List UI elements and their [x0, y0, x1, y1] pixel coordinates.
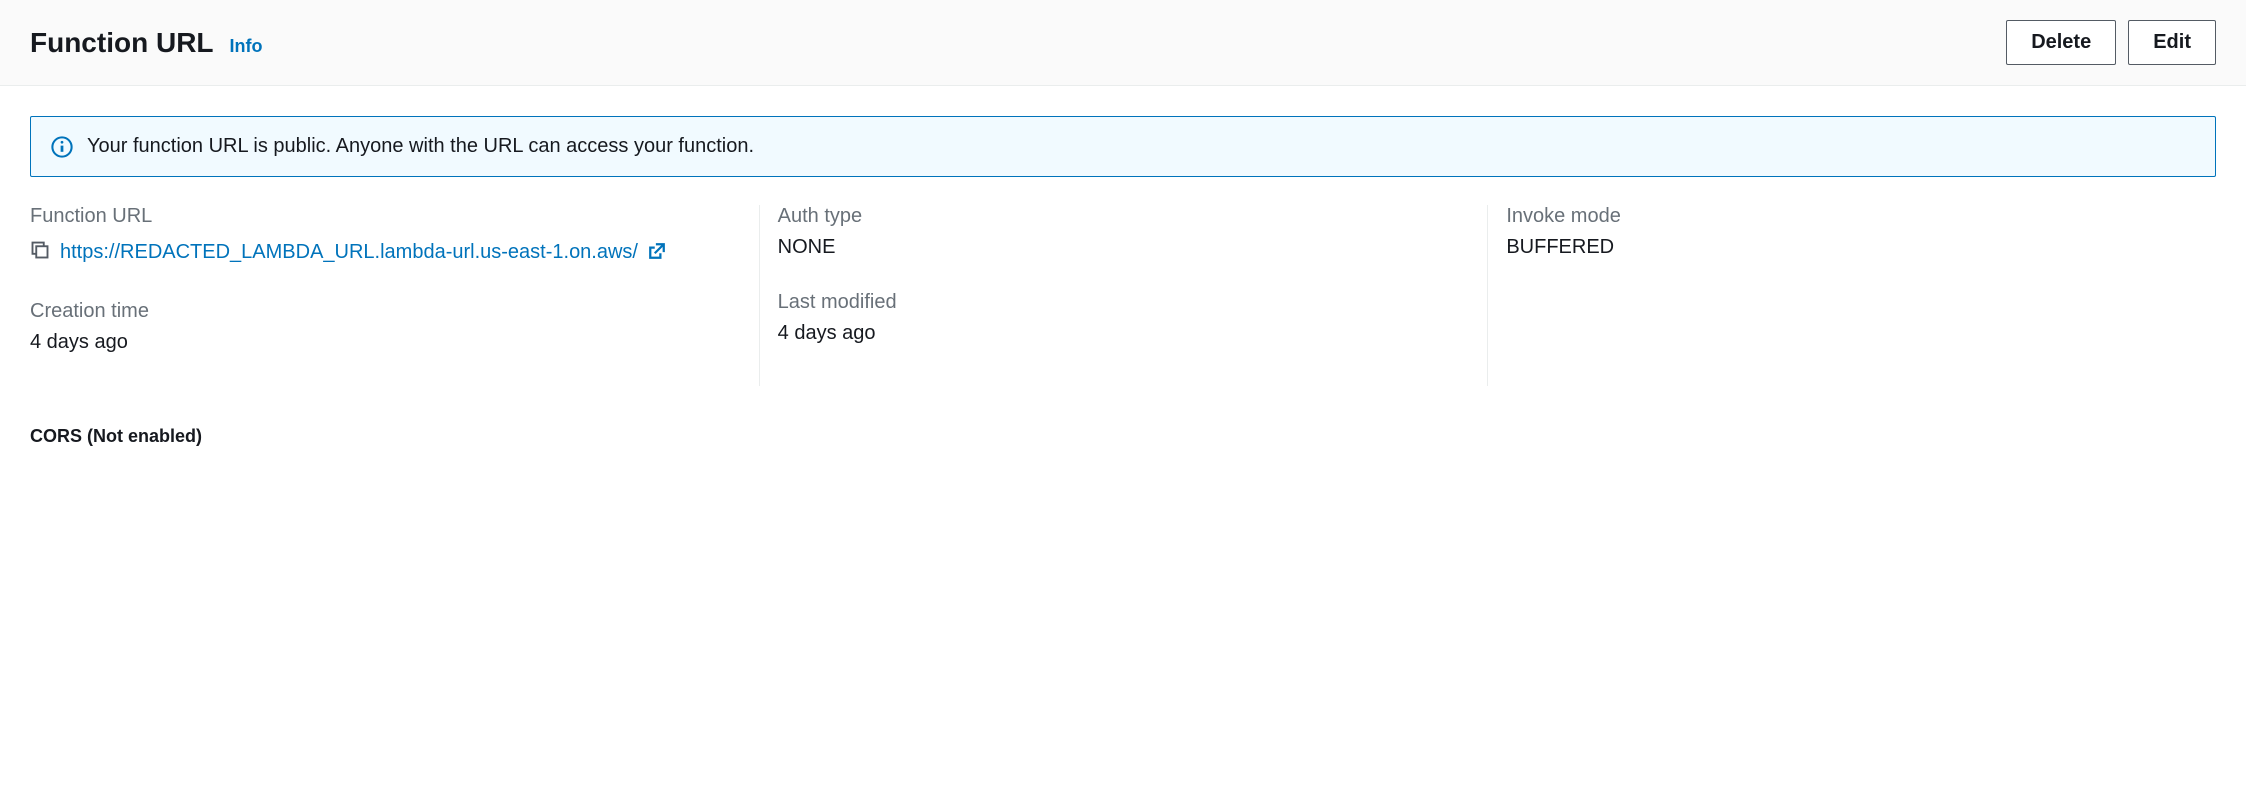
last-modified-label: Last modified: [778, 291, 1458, 314]
function-url-row: https://REDACTED_LAMBDA_URL.lambda-url.u…: [30, 236, 729, 268]
header-left: Function URL Info: [30, 27, 263, 59]
details-col-1: Function URL https://REDACTED_LAMBDA_URL…: [30, 205, 759, 386]
delete-button[interactable]: Delete: [2006, 20, 2116, 65]
auth-type-label: Auth type: [778, 205, 1458, 228]
details-col-2: Auth type NONE Last modified 4 days ago: [759, 205, 1488, 386]
function-url-link[interactable]: https://REDACTED_LAMBDA_URL.lambda-url.u…: [60, 236, 666, 268]
auth-type-field: Auth type NONE: [778, 205, 1458, 259]
external-link-icon: [648, 242, 666, 260]
page-header: Function URL Info Delete Edit: [0, 0, 2246, 86]
creation-time-field: Creation time 4 days ago: [30, 300, 729, 354]
function-url-field: Function URL https://REDACTED_LAMBDA_URL…: [30, 205, 729, 268]
invoke-mode-label: Invoke mode: [1506, 205, 2186, 228]
creation-time-value: 4 days ago: [30, 331, 729, 354]
cors-heading: CORS (Not enabled): [30, 426, 2216, 447]
last-modified-value: 4 days ago: [778, 322, 1458, 345]
invoke-mode-value: BUFFERED: [1506, 236, 2186, 259]
info-icon: [51, 136, 73, 158]
function-url-text: https://REDACTED_LAMBDA_URL.lambda-url.u…: [60, 241, 638, 263]
details-grid: Function URL https://REDACTED_LAMBDA_URL…: [30, 205, 2216, 386]
invoke-mode-field: Invoke mode BUFFERED: [1506, 205, 2186, 259]
public-url-alert: Your function URL is public. Anyone with…: [30, 116, 2216, 177]
content-area: Your function URL is public. Anyone with…: [0, 86, 2246, 477]
auth-type-value: NONE: [778, 236, 1458, 259]
creation-time-label: Creation time: [30, 300, 729, 323]
details-col-3: Invoke mode BUFFERED: [1487, 205, 2216, 386]
alert-message: Your function URL is public. Anyone with…: [87, 135, 754, 158]
copy-icon[interactable]: [30, 240, 50, 260]
last-modified-field: Last modified 4 days ago: [778, 291, 1458, 345]
edit-button[interactable]: Edit: [2128, 20, 2216, 65]
function-url-label: Function URL: [30, 205, 729, 228]
info-link[interactable]: Info: [230, 36, 263, 57]
page-title: Function URL: [30, 27, 214, 59]
header-actions: Delete Edit: [2006, 20, 2216, 65]
